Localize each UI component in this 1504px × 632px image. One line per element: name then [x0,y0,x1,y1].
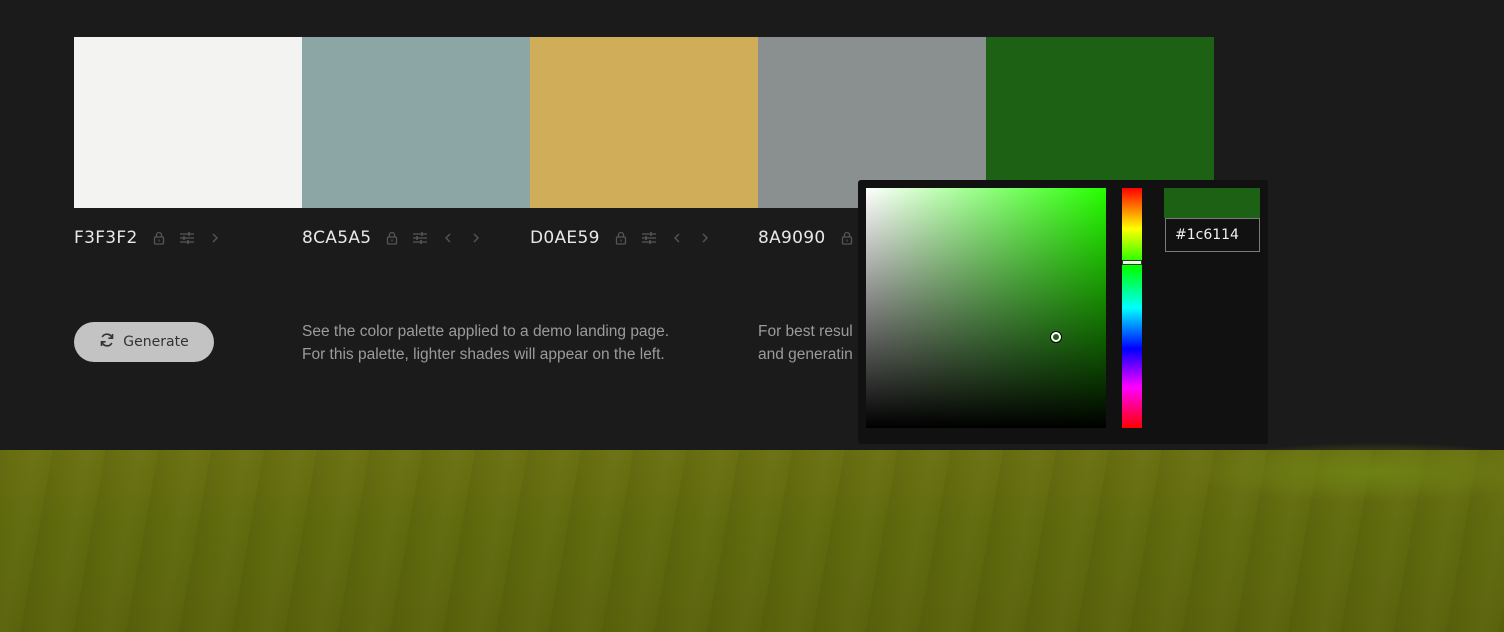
palette-panel: F3F3F2 8CA5A5 D0AE59 8A9090 Generate See… [0,0,1504,450]
background-image [0,442,1504,632]
color-swatch-3[interactable] [530,37,758,208]
sliders-icon[interactable] [641,230,656,246]
hex-color-input[interactable] [1165,218,1260,252]
chevron-right-icon[interactable] [698,230,712,246]
demo-description-line: See the color palette applied to a demo … [302,323,670,340]
tip-description-line: and generatin [758,346,853,363]
demo-description: See the color palette applied to a demo … [302,320,669,366]
sliders-icon[interactable] [179,230,194,246]
hue-slider[interactable] [1122,188,1142,428]
lock-icon[interactable] [840,230,854,246]
chevron-left-icon[interactable] [670,230,684,246]
color-preview [1164,188,1260,218]
saturation-brightness-area[interactable] [866,188,1106,428]
tip-description: For best resul and generatin [758,320,853,366]
swatch-hex-label[interactable]: 8CA5A5 [302,228,371,248]
sliders-icon[interactable] [413,230,428,246]
tip-description-line: For best resul [758,323,853,340]
swatch-hex-label[interactable]: F3F3F2 [74,228,138,248]
lock-icon[interactable] [614,230,628,246]
refresh-icon [99,332,115,352]
hue-slider-handle[interactable] [1122,260,1142,266]
generate-button[interactable]: Generate [74,322,214,362]
color-selector-handle[interactable] [1050,331,1061,342]
swatch-meta-3: D0AE59 [530,226,712,250]
chevron-left-icon[interactable] [441,230,455,246]
demo-description-line: For this palette, lighter shades will ap… [302,346,665,363]
color-swatch-2[interactable] [302,37,530,208]
swatch-hex-label[interactable]: 8A9090 [758,228,826,248]
lock-icon[interactable] [152,230,166,246]
swatch-meta-2: 8CA5A5 [302,226,483,250]
color-swatch-1[interactable] [74,37,302,208]
chevron-right-icon[interactable] [208,230,222,246]
swatch-hex-label[interactable]: D0AE59 [530,228,600,248]
swatch-meta-1: F3F3F2 [74,226,222,250]
color-picker-popover [858,180,1268,444]
generate-label: Generate [123,334,189,350]
chevron-right-icon[interactable] [469,230,483,246]
swatch-meta-4: 8A9090 [758,226,854,250]
lock-icon[interactable] [385,230,399,246]
